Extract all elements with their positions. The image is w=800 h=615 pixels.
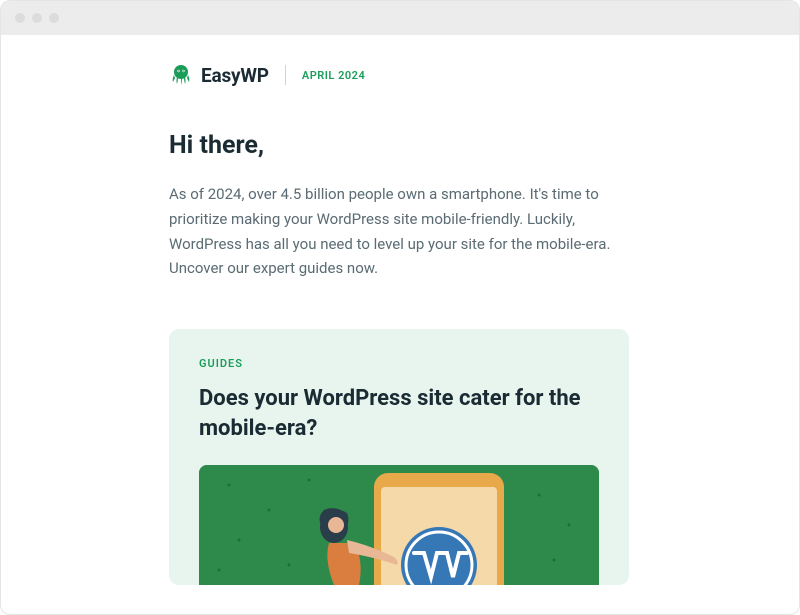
email-header: EasyWP APRIL 2024 xyxy=(169,63,799,87)
window-dot xyxy=(15,13,25,23)
date-label: APRIL 2024 xyxy=(302,69,365,82)
card-title: Does your WordPress site cater for the m… xyxy=(199,384,599,443)
octopus-icon xyxy=(169,63,193,87)
header-divider xyxy=(285,65,286,85)
window-dot xyxy=(32,13,42,23)
brand-name: EasyWP xyxy=(201,64,269,87)
card-category-label: GUIDES xyxy=(199,357,599,370)
brand-logo: EasyWP xyxy=(169,63,269,87)
email-body: Hi there, As of 2024, over 4.5 billion p… xyxy=(169,131,629,585)
browser-frame: EasyWP APRIL 2024 Hi there, As of 2024, … xyxy=(0,0,800,615)
email-content: EasyWP APRIL 2024 Hi there, As of 2024, … xyxy=(1,35,799,585)
window-dot xyxy=(49,13,59,23)
card-illustration xyxy=(199,465,599,585)
intro-paragraph: As of 2024, over 4.5 billion people own … xyxy=(169,182,629,281)
greeting-heading: Hi there, xyxy=(169,131,629,160)
guide-card[interactable]: GUIDES Does your WordPress site cater fo… xyxy=(169,329,629,585)
browser-bar xyxy=(1,1,799,35)
